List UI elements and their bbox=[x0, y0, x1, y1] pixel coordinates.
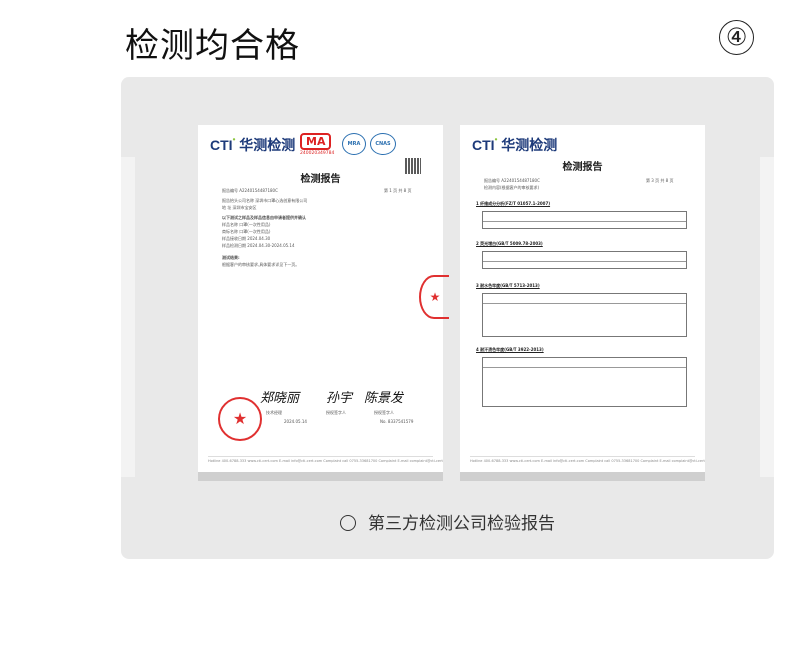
doc-line: 测试结果: bbox=[222, 255, 240, 260]
page-shadow-bar bbox=[198, 472, 443, 481]
red-seal-stamp: ★ bbox=[419, 275, 449, 319]
document-footer: Hotline 400-6788-333 www.cti-cert.com E-… bbox=[208, 456, 443, 463]
sign-role: 授权签字人 bbox=[326, 410, 346, 415]
document-title: 检测报告 bbox=[562, 162, 603, 173]
signature: 郑晓丽 bbox=[260, 391, 300, 406]
page-number: 第 3 页 共 8 页 bbox=[646, 178, 674, 183]
doc-line: 根据客户的审核要求,具体要求详见下一页。 bbox=[222, 262, 300, 267]
doc-line: 报告抬头公司名称 深圳市口罩心选创意有限公司 bbox=[222, 198, 308, 203]
sign-role: 技术经理 bbox=[266, 410, 282, 415]
result-table bbox=[482, 293, 687, 337]
page-shadow-bar bbox=[460, 472, 705, 481]
section-heading: 3 耐水色牢度(GB/T 5713-2013) bbox=[476, 283, 540, 288]
certificate-number: No. 8337541579 bbox=[380, 419, 414, 424]
cti-logo: CTI• 华测检测 bbox=[210, 135, 296, 153]
cti-logo: CTI• 华测检测 bbox=[472, 135, 558, 153]
section-heading: 2 荧光增白(GB/T 5009.78-2003) bbox=[476, 241, 543, 246]
signature: 孙宇 bbox=[326, 391, 353, 406]
result-table bbox=[482, 357, 687, 407]
cnas-logo: CNAS bbox=[370, 133, 396, 155]
doc-line: 样品检测日期 2024.04.30-2024.05.14 bbox=[222, 243, 295, 248]
cma-logo: MA bbox=[300, 133, 332, 150]
page-number: 第 1 页 共 8 页 bbox=[384, 188, 412, 193]
report-document-page-3[interactable]: CTI• 华测检测 检测报告 报告编号 A2240154487180C 第 3 … bbox=[460, 125, 705, 481]
background-document bbox=[760, 157, 774, 477]
background-document bbox=[121, 157, 135, 477]
report-card: CTI• 华测检测 MA 240020349784 MRA CNAS 检测报告 … bbox=[121, 77, 774, 559]
step-number-badge: ④ bbox=[719, 20, 754, 55]
report-number: 报告编号 A2240154487180C bbox=[222, 188, 278, 193]
cma-number: 240020349784 bbox=[300, 151, 335, 156]
result-table bbox=[482, 251, 687, 269]
doc-line: 地 址 深圳市宝安区 bbox=[222, 205, 257, 210]
result-table bbox=[482, 211, 687, 229]
doc-line: 样品接收日期 2024.04.30 bbox=[222, 236, 271, 241]
page-title: 检测均合格 bbox=[125, 26, 300, 66]
caption-text: 第三方检测公司检验报告 bbox=[368, 514, 555, 534]
ilac-mra-logo: MRA bbox=[342, 133, 366, 155]
doc-line: 样品名称 口罩(一次性用品) bbox=[222, 222, 271, 227]
doc-line: 以下测试之样品及样品信息由申请者提供并确认 bbox=[222, 215, 306, 220]
signature: 陈景发 bbox=[364, 391, 404, 406]
section-heading: 1 纤维成分分析(FZ/T 01057.1-2007) bbox=[476, 201, 551, 206]
document-title: 检测报告 bbox=[300, 174, 341, 185]
section-heading: 4 耐汗渍色牢度(GB/T 3922-2013) bbox=[476, 347, 544, 352]
content-label: 检测内容(根据客户的审核要求) bbox=[484, 185, 540, 190]
sign-date: 2024.05.14 bbox=[284, 419, 307, 424]
circle-bullet-icon bbox=[340, 515, 356, 531]
sign-role: 授权签字人 bbox=[374, 410, 394, 415]
report-number: 报告编号 A2240154487180C bbox=[484, 178, 540, 183]
red-seal-stamp: ★ bbox=[218, 397, 262, 441]
caption: 第三方检测公司检验报告 bbox=[121, 509, 774, 534]
doc-line: 商标名称 口罩(一次性用品) bbox=[222, 229, 271, 234]
document-footer: Hotline 400-6788-333 www.cti-cert.com E-… bbox=[470, 456, 705, 463]
report-document-page-1[interactable]: CTI• 华测检测 MA 240020349784 MRA CNAS 检测报告 … bbox=[198, 125, 443, 481]
